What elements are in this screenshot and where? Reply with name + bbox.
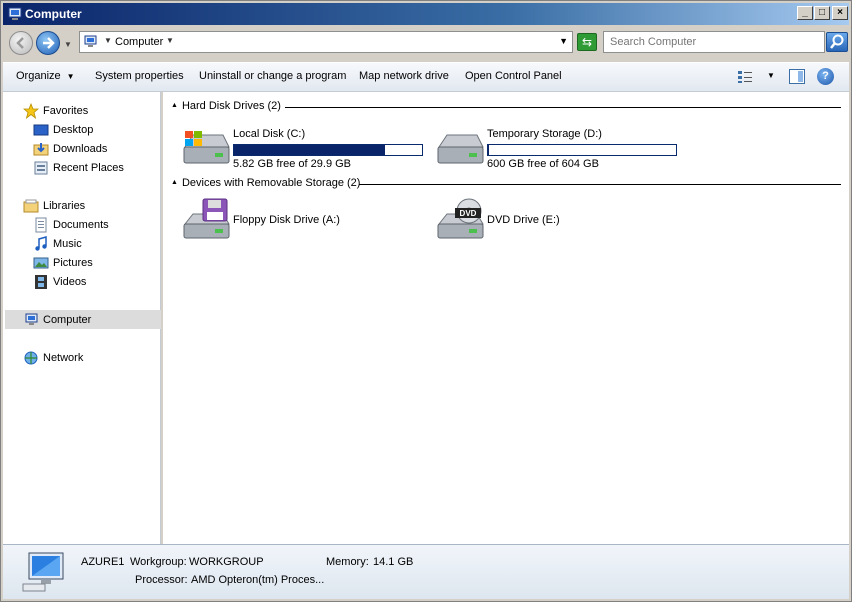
computer-icon <box>84 35 97 47</box>
windows-hard-disk-icon <box>183 131 230 164</box>
nav-label: Desktop <box>53 124 94 136</box>
preview-pane-button[interactable] <box>789 69 805 84</box>
workgroup-label: Workgroup: <box>130 556 187 568</box>
nav-label: Videos <box>53 276 87 288</box>
uninstall-program-button[interactable]: Uninstall or change a program <box>199 70 346 82</box>
group-header-hard-disk-drives[interactable]: ▲ Hard Disk Drives (2) <box>171 100 281 114</box>
drive-free-space: 5.82 GB free of 29.9 GB <box>233 158 352 170</box>
nav-label: Pictures <box>53 257 93 269</box>
drive-item[interactable]: Local Disk (C:) 5.82 GB free of 29.9 GB <box>181 125 431 173</box>
star-icon <box>23 103 39 119</box>
close-button[interactable]: × <box>832 6 848 20</box>
window-title: Computer <box>25 7 82 21</box>
breadcrumb-computer[interactable]: Computer <box>115 36 163 48</box>
navigation-pane: Favorites Desktop Downloads Recent Place… <box>3 92 161 544</box>
search-button[interactable] <box>826 32 848 52</box>
pictures-icon <box>33 257 49 269</box>
desktop-icon <box>33 124 49 136</box>
drive-usage-fill <box>488 145 490 155</box>
drive-item[interactable]: Temporary Storage (D:) 600 GB free of 60… <box>435 125 685 173</box>
drive-free-space: 600 GB free of 604 GB <box>487 158 599 170</box>
breadcrumb-chevron-icon[interactable]: ▼ <box>166 36 174 45</box>
processor-value: AMD Opteron(tm) Proces... <box>191 574 325 586</box>
details-pane: AZURE1 Workgroup: WORKGROUP Memory: 14.1… <box>3 544 849 599</box>
explorer-window: Computer _ □ × ▼ ▼ Computer ▼ ▼ ⇆ Search… <box>0 0 852 602</box>
chevron-down-icon: ▼ <box>66 72 75 81</box>
libraries-icon <box>23 199 39 213</box>
nav-label: Libraries <box>43 200 86 212</box>
minimize-button[interactable]: _ <box>797 6 813 20</box>
music-note-icon <box>35 236 47 251</box>
computer-icon <box>8 7 22 20</box>
drive-name: Local Disk (C:) <box>233 128 306 140</box>
back-button[interactable] <box>9 31 33 55</box>
search-box[interactable] <box>603 31 825 53</box>
computer-name: AZURE1 <box>81 556 125 568</box>
nav-label: Documents <box>53 219 109 231</box>
nav-label: Favorites <box>43 105 89 117</box>
refresh-button[interactable]: ⇆ <box>577 33 597 51</box>
nav-label: Network <box>43 352 84 364</box>
organize-label: Organize <box>16 70 61 82</box>
memory-label: Memory: <box>326 556 369 568</box>
back-arrow-icon <box>16 37 24 49</box>
address-bar-row: ▼ ▼ Computer ▼ ▼ ⇆ <box>3 25 849 61</box>
organize-menu[interactable]: Organize ▼ <box>16 70 75 82</box>
drive-item[interactable]: Floppy Disk Drive (A:) <box>181 198 431 246</box>
content-pane: ▲ Hard Disk Drives (2) Local Disk (C:) 5.… <box>163 92 849 544</box>
documents-icon <box>35 217 47 233</box>
drive-name: Floppy Disk Drive (A:) <box>233 214 340 226</box>
drive-name: Temporary Storage (D:) <box>487 128 602 140</box>
search-icon <box>830 34 844 49</box>
dvd-drive-icon: DVD <box>437 198 484 239</box>
drive-name: DVD Drive (E:) <box>487 214 560 226</box>
change-view-icon[interactable] <box>737 70 753 84</box>
preview-pane-icon <box>798 71 803 82</box>
processor-label: Processor: <box>135 574 188 586</box>
system-properties-button[interactable]: System properties <box>95 70 184 82</box>
view-options-dropdown-icon[interactable]: ▼ <box>767 71 775 80</box>
group-divider <box>359 184 841 185</box>
drive-item[interactable]: DVD DVD Drive (E:) <box>435 198 685 246</box>
group-label: Hard Disk Drives (2) <box>181 100 281 112</box>
workgroup-value: WORKGROUP <box>189 556 264 568</box>
hard-disk-icon <box>437 134 484 164</box>
computer-icon <box>22 552 64 592</box>
address-box[interactable]: ▼ Computer ▼ ▼ <box>79 31 573 53</box>
downloads-folder-icon <box>33 143 49 156</box>
recent-pages-dropdown[interactable]: ▼ <box>64 40 72 49</box>
computer-icon <box>25 313 38 325</box>
drive-usage-bar <box>487 144 677 156</box>
nav-label: Computer <box>43 314 92 326</box>
address-dropdown-icon[interactable]: ▼ <box>559 36 568 46</box>
nav-label: Music <box>53 238 82 250</box>
maximize-button[interactable]: □ <box>814 6 830 20</box>
title-bar[interactable]: Computer _ □ × <box>3 3 849 25</box>
search-input[interactable] <box>610 33 810 51</box>
group-label: Devices with Removable Storage (2) <box>181 177 361 189</box>
network-icon <box>24 351 38 365</box>
map-network-drive-button[interactable]: Map network drive <box>359 70 449 82</box>
open-control-panel-button[interactable]: Open Control Panel <box>465 70 562 82</box>
help-button[interactable]: ? <box>817 68 834 85</box>
group-divider <box>285 107 841 108</box>
videos-icon <box>35 275 47 289</box>
forward-arrow-icon <box>43 37 55 49</box>
collapse-triangle-icon[interactable]: ▲ <box>171 179 178 186</box>
forward-button[interactable] <box>36 31 60 55</box>
nav-label: Downloads <box>53 143 108 155</box>
help-icon: ? <box>822 70 829 82</box>
command-bar: Organize ▼ System properties Uninstall or… <box>3 62 849 92</box>
nav-label: Recent Places <box>53 162 124 174</box>
dvd-icon-label: DVD <box>460 209 477 218</box>
group-header-removable-storage[interactable]: ▲ Devices with Removable Storage (2) <box>171 177 360 191</box>
drive-usage-bar <box>233 144 423 156</box>
floppy-drive-icon <box>183 198 230 239</box>
memory-value: 14.1 GB <box>373 556 414 568</box>
collapse-triangle-icon[interactable]: ▲ <box>171 102 178 109</box>
breadcrumb-separator-icon[interactable]: ▼ <box>104 36 112 45</box>
drive-usage-fill <box>234 145 386 155</box>
recent-places-icon <box>34 161 48 175</box>
